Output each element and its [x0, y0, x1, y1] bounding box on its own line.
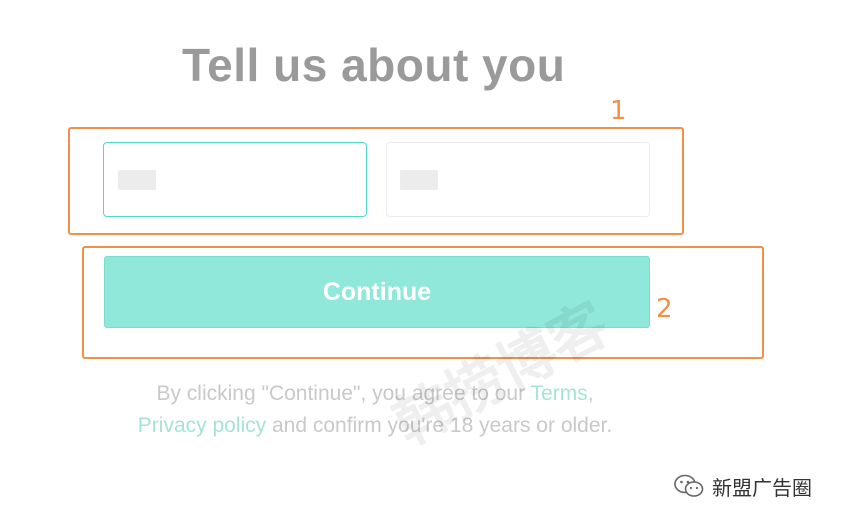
- legal-comma: ,: [587, 382, 594, 405]
- legal-suffix: and confirm you're 18 years or older.: [266, 414, 613, 437]
- page-title: Tell us about you: [182, 39, 566, 91]
- wechat-icon: [674, 474, 704, 497]
- legal-notice: By clicking "Continue", you agree to our…: [110, 378, 640, 442]
- first-name-redacted-placeholder: [118, 170, 156, 190]
- continue-button[interactable]: Continue: [104, 256, 650, 328]
- terms-link[interactable]: Terms: [531, 382, 588, 405]
- footer-channel-name: 新盟广告圈: [712, 475, 812, 500]
- annotation-label-2: 2: [656, 294, 673, 324]
- footer-channel-badge: 新盟广告圈: [674, 470, 812, 502]
- annotation-label-1: 1: [610, 96, 627, 126]
- privacy-policy-link[interactable]: Privacy policy: [138, 414, 266, 437]
- last-name-redacted-placeholder: [400, 170, 438, 190]
- legal-prefix: By clicking "Continue", you agree to our: [156, 382, 531, 405]
